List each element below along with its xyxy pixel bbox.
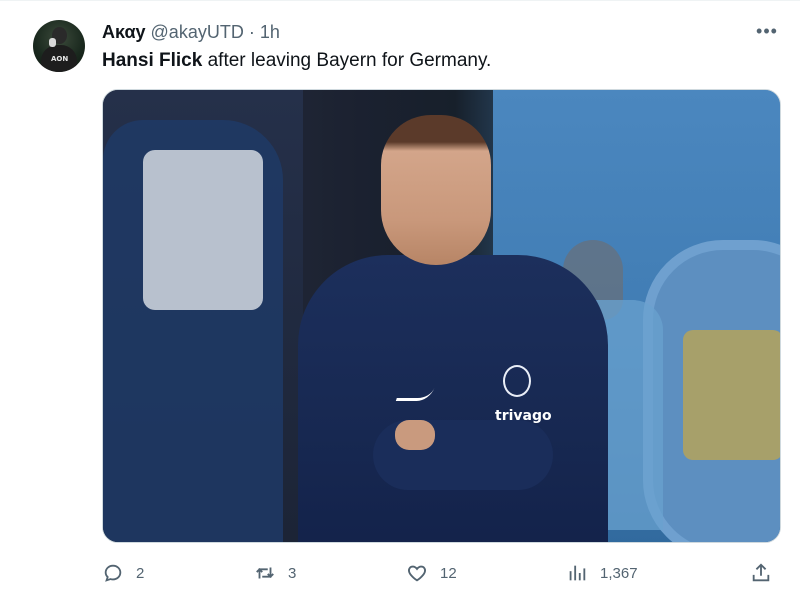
- separator: ·: [248, 22, 255, 42]
- author-name[interactable]: Aκαy: [102, 22, 146, 42]
- like-button[interactable]: 12: [406, 559, 457, 587]
- tweet-text: Hansi Flick after leaving Bayern for Ger…: [102, 49, 491, 73]
- tweet-header: Aκαy @akayUTD · 1h: [102, 21, 280, 43]
- tweet-text-rest: after leaving Bayern for Germany.: [202, 50, 492, 71]
- views-count: 1,367: [600, 564, 638, 582]
- media-main-person-body: [298, 255, 608, 542]
- retweet-count: 3: [288, 564, 297, 582]
- media-main-person-head: [381, 115, 491, 265]
- author-handle[interactable]: @akayUTD: [151, 22, 244, 42]
- share-icon: [752, 563, 770, 582]
- like-count: 12: [440, 564, 457, 582]
- reply-button[interactable]: 2: [102, 559, 144, 587]
- avatar[interactable]: AON: [33, 20, 85, 72]
- views-button[interactable]: 1,367: [566, 559, 638, 587]
- tweet-text-bold: Hansi Flick: [102, 50, 203, 71]
- share-button[interactable]: [750, 559, 772, 587]
- media-crest-icon: [503, 365, 531, 397]
- avatar-hand: [49, 38, 56, 47]
- reply-count: 2: [136, 564, 145, 582]
- retweet-icon: [256, 567, 274, 579]
- views-icon: [569, 565, 586, 581]
- media-shirt-text: trivago: [495, 408, 552, 424]
- more-options-icon[interactable]: •••: [752, 22, 782, 41]
- media-main-person-hand: [395, 420, 435, 450]
- retweet-button[interactable]: 3: [254, 559, 296, 587]
- tweet: AON Aκαy @akayUTD · 1h ••• Hansi Flick a…: [0, 0, 800, 590]
- media-badge-center: [683, 330, 780, 460]
- reply-icon: [104, 564, 122, 582]
- avatar-text: AON: [51, 55, 69, 63]
- heart-icon: [408, 565, 426, 582]
- tweet-actions: 2 3 12 1,367: [102, 559, 792, 587]
- media-person-left-shirt: [143, 150, 263, 310]
- tweet-media-image[interactable]: trivago: [102, 89, 781, 543]
- tweet-time[interactable]: 1h: [260, 22, 280, 42]
